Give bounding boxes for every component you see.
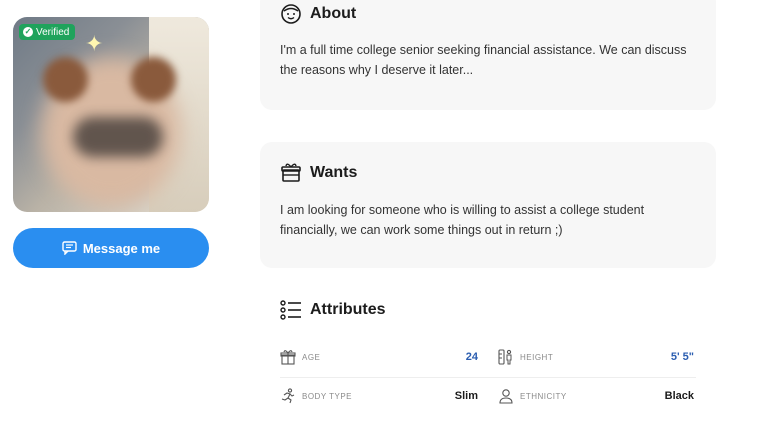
- verified-label: Verified: [36, 26, 70, 38]
- check-icon: ✓: [23, 27, 33, 37]
- attribute-ethnicity: ETHNICITY Black: [498, 387, 694, 405]
- person-icon: [499, 389, 513, 404]
- wants-text: I am looking for someone who is willing …: [280, 203, 645, 237]
- attribute-ethnicity-value: Black: [664, 390, 694, 402]
- attribute-ethnicity-label: ETHNICITY: [520, 391, 567, 401]
- attribute-height: HEIGHT 5' 5": [498, 348, 694, 366]
- attribute-age-label: AGE: [302, 352, 321, 362]
- about-title: About: [310, 5, 357, 22]
- profile-photo[interactable]: ✦: [13, 17, 209, 212]
- verified-badge: ✓ Verified: [19, 24, 76, 40]
- attribute-age-value: 24: [465, 351, 478, 363]
- attribute-body-type: BODY TYPE Slim: [280, 387, 478, 405]
- about-text: I'm a full time college senior seeking f…: [280, 43, 687, 77]
- blurred-ear-left: [43, 57, 88, 102]
- sparkle-icon: ✦: [85, 31, 104, 56]
- about-heading: About: [280, 3, 356, 25]
- message-me-button[interactable]: Message me: [13, 228, 209, 268]
- wants-title: Wants: [310, 164, 358, 181]
- gift-box-icon: [281, 163, 301, 182]
- attribute-height-label: HEIGHT: [520, 352, 554, 362]
- blurred-ear-right: [131, 57, 176, 102]
- message-button-label: Message me: [82, 240, 161, 256]
- wants-card: Wants I am looking for someone who is wi…: [260, 142, 716, 268]
- list-icon: [280, 300, 301, 320]
- height-icon: [498, 349, 512, 365]
- attribute-body-type-value: Slim: [454, 390, 478, 402]
- about-card: About I'm a full time college senior see…: [260, 0, 716, 110]
- attribute-body-type-label: BODY TYPE: [302, 391, 352, 401]
- attribute-age: AGE 24: [280, 348, 478, 366]
- wants-heading: Wants: [280, 162, 357, 184]
- attributes-heading: Attributes: [280, 300, 386, 320]
- blurred-glasses: [73, 117, 163, 157]
- chat-icon: [62, 241, 77, 255]
- running-person-icon: [281, 388, 295, 404]
- smiley-face-icon: [281, 4, 301, 24]
- attribute-height-value: 5' 5": [670, 351, 694, 363]
- gift-icon: [280, 350, 296, 365]
- attributes-title: Attributes: [310, 301, 386, 318]
- attributes-divider: [280, 377, 696, 378]
